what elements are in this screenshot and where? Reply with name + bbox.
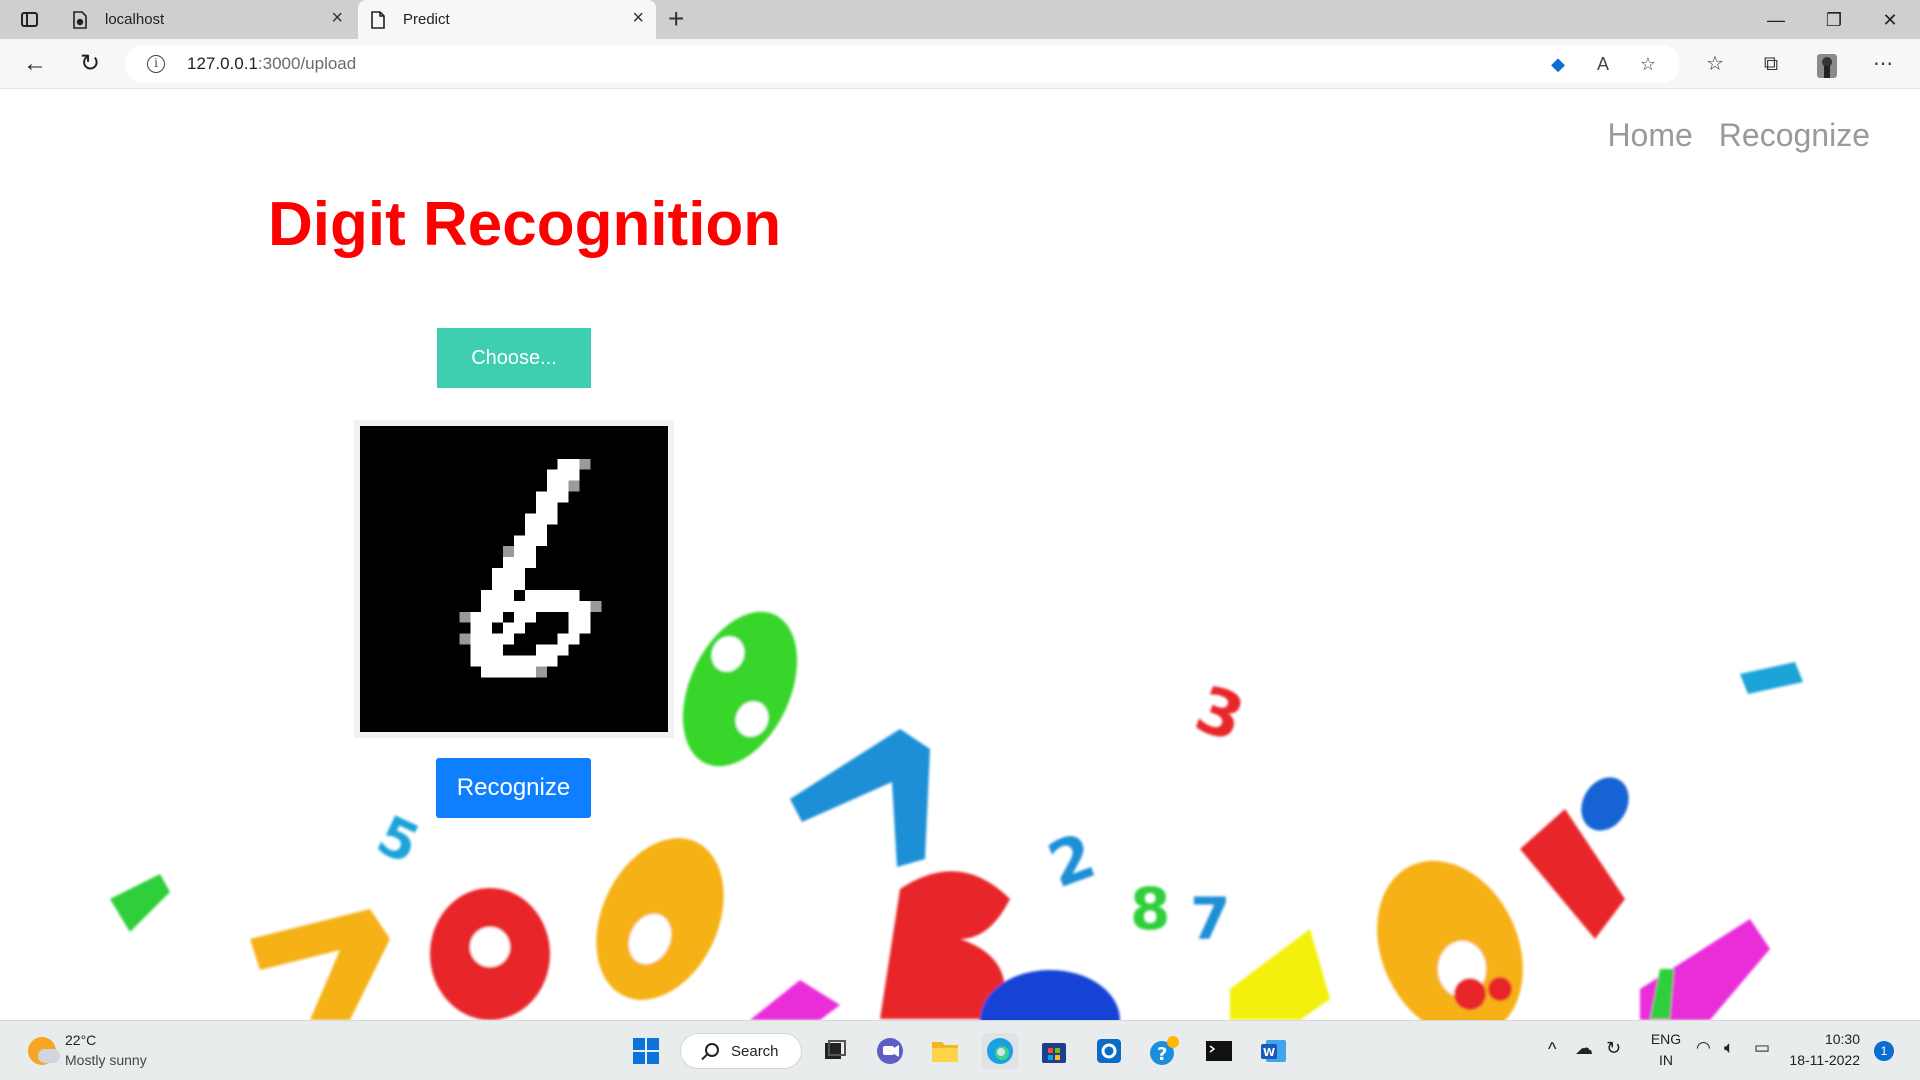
refresh-icon[interactable]: ↻	[74, 49, 106, 79]
close-tab-icon[interactable]: ×	[632, 8, 644, 28]
sync-icon[interactable]: ↻	[1606, 1038, 1621, 1059]
onedrive-icon[interactable]: ☁	[1575, 1038, 1593, 1059]
favorites-icon[interactable]: ☆	[1700, 50, 1730, 78]
svg-text:?: ?	[1157, 1044, 1167, 1065]
page-favicon-icon	[73, 11, 87, 29]
page-title: Digit Recognition	[268, 190, 782, 259]
search-icon	[705, 1043, 719, 1057]
task-view-icon[interactable]	[816, 1033, 852, 1069]
search-label: Search	[731, 1043, 779, 1060]
svg-text:8: 8	[1130, 875, 1170, 943]
weather-description[interactable]: Mostly sunny	[65, 1052, 147, 1068]
terminal-icon[interactable]	[1201, 1033, 1237, 1069]
close-tab-icon[interactable]: ×	[331, 8, 343, 28]
weather-temperature[interactable]: 22°C	[65, 1032, 96, 1048]
notification-badge[interactable]: 1	[1874, 1041, 1894, 1061]
tab-title: localhost	[105, 11, 165, 28]
svg-text:3: 3	[1186, 672, 1253, 757]
svg-text:5: 5	[368, 803, 429, 876]
volume-icon[interactable]: 🔈︎	[1724, 1038, 1734, 1058]
document-icon	[371, 11, 385, 29]
battery-icon[interactable]: ▭	[1754, 1038, 1770, 1058]
back-icon[interactable]: ←	[19, 49, 51, 79]
tab-localhost[interactable]: localhost ×	[60, 0, 355, 39]
profile-avatar-icon[interactable]	[1812, 50, 1842, 78]
svg-text:W: W	[1263, 1046, 1275, 1059]
svg-text:2: 2	[1039, 819, 1105, 902]
shopping-tag-icon[interactable]: ◆	[1545, 52, 1571, 76]
word-icon[interactable]: W	[1256, 1033, 1292, 1069]
choose-file-button[interactable]: Choose...	[437, 328, 591, 388]
address-bar[interactable]: i 127.0.0.1:3000/upload ◆ A ☆	[125, 45, 1680, 83]
image-preview-frame	[354, 420, 674, 738]
microsoft-store-icon[interactable]	[1036, 1033, 1072, 1069]
site-navigation: Home Recognize	[1607, 117, 1870, 154]
edge-browser-icon[interactable]	[982, 1033, 1018, 1069]
new-tab-icon[interactable]: +	[668, 5, 684, 33]
clock-time[interactable]: 10:30	[1790, 1031, 1860, 1047]
read-aloud-icon[interactable]: A	[1590, 52, 1616, 76]
collections-icon[interactable]: ⧉	[1756, 50, 1786, 78]
windows-taskbar: 22°C Mostly sunny Search ? W ^ ☁ ↻ ENG I…	[0, 1020, 1920, 1080]
nav-link-recognize[interactable]: Recognize	[1719, 117, 1870, 154]
restore-icon[interactable]: ❐	[1814, 6, 1854, 34]
tab-strip: localhost × Predict × + — ❐ ✕	[0, 0, 1920, 39]
region-indicator[interactable]: IN	[1646, 1052, 1686, 1068]
recognize-button[interactable]: Recognize	[436, 758, 591, 818]
file-explorer-icon[interactable]	[927, 1033, 963, 1069]
show-hidden-icons-icon[interactable]: ^	[1548, 1039, 1556, 1060]
web-page: 3 2 8 7 5 Home Recognize Digit Recogniti…	[0, 89, 1920, 1020]
tab-actions-icon[interactable]	[14, 8, 44, 32]
browser-toolbar: ← ↻ i 127.0.0.1:3000/upload ◆ A ☆ ☆ ⧉ ⋯	[0, 39, 1920, 89]
close-window-icon[interactable]: ✕	[1870, 6, 1910, 34]
minimize-icon[interactable]: —	[1756, 6, 1796, 34]
add-favorite-icon[interactable]: ☆	[1635, 52, 1661, 76]
taskbar-search-box[interactable]: Search	[680, 1033, 802, 1069]
digit-image-preview	[360, 426, 668, 732]
svg-text:7: 7	[1190, 885, 1230, 953]
teams-chat-icon[interactable]	[872, 1033, 908, 1069]
info-icon[interactable]: i	[147, 55, 165, 73]
tab-title: Predict	[403, 11, 450, 28]
wifi-icon[interactable]: ◠	[1696, 1038, 1711, 1058]
weather-sun-icon[interactable]	[28, 1037, 60, 1065]
tab-predict[interactable]: Predict ×	[358, 0, 656, 39]
nav-link-home[interactable]: Home	[1607, 117, 1692, 154]
start-menu-icon[interactable]	[628, 1033, 664, 1069]
get-help-icon[interactable]: ?	[1146, 1033, 1182, 1069]
language-indicator[interactable]: ENG	[1646, 1031, 1686, 1047]
url-text[interactable]: 127.0.0.1:3000/upload	[187, 54, 356, 74]
more-options-icon[interactable]: ⋯	[1868, 50, 1898, 78]
outlook-icon[interactable]	[1091, 1033, 1127, 1069]
clock-date[interactable]: 18-11-2022	[1780, 1052, 1860, 1068]
